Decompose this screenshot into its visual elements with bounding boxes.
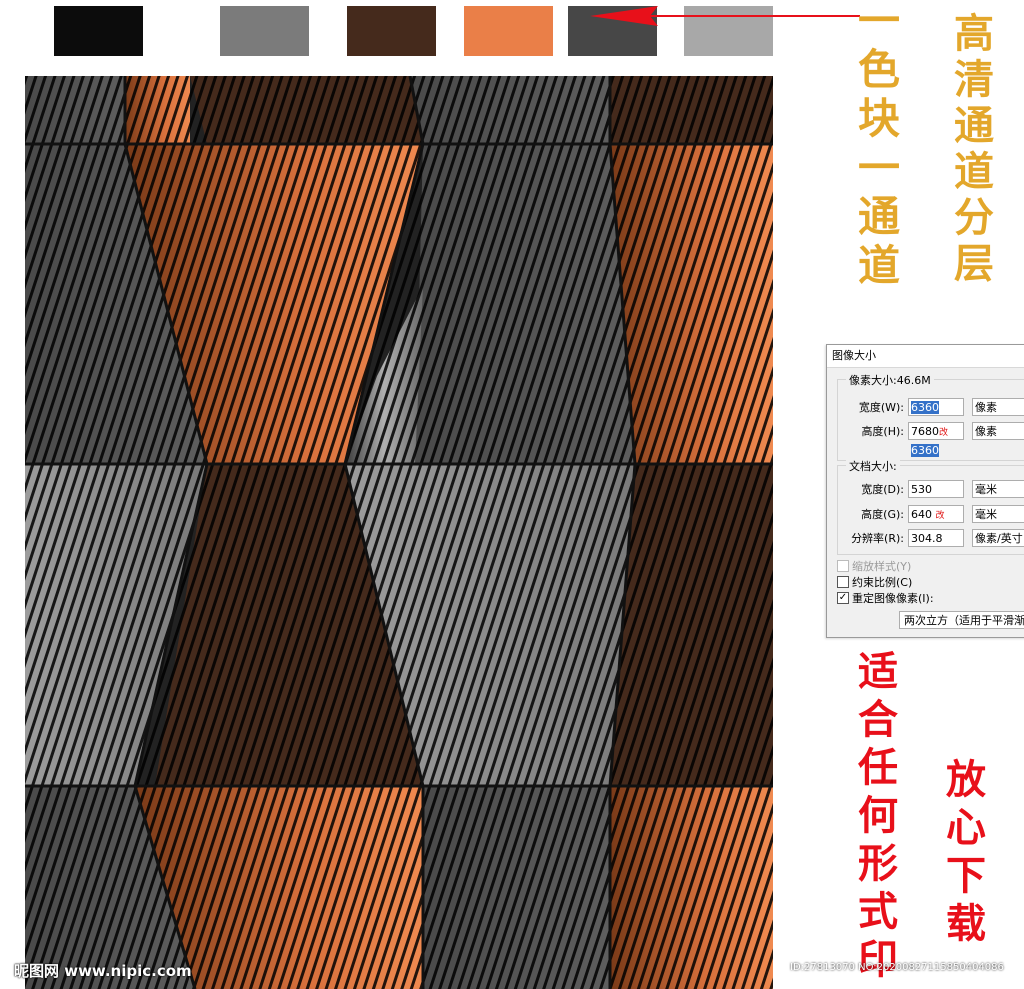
slogan-char: 下 [946,852,986,899]
checkbox-box [837,560,849,572]
slogan-char: 分 [954,194,994,241]
id-watermark: ID:27813070 NO:20200827115850404086 [790,962,1004,973]
slogan-char: 高 [954,10,994,57]
pixel-height-new: 6360 [911,444,939,457]
slogan-char: 适 [858,648,898,695]
slogan-char: 形 [858,840,898,887]
doc-height-old: 640 [911,508,932,521]
swatch-light-gray [684,6,773,56]
doc-height-unit: 毫米 [975,508,997,521]
resolution-label: 分辨率(R): [851,532,904,545]
pixel-height-old: 7680 [911,425,939,438]
pixel-width-unit: 像素 [975,401,997,414]
slogan-one-color-one-channel: 一 色 块 一 通 道 [858,0,900,294]
pixel-width-input[interactable]: 6360 [908,398,964,416]
swatch-gray [220,6,309,56]
doc-width-unit: 毫米 [975,483,997,496]
swatch-dark-gray [568,6,657,56]
swatch-black [54,6,143,56]
constrain-proportions-checkbox[interactable]: 约束比例(C) [837,575,912,591]
slogan-any-print: 适 合 任 何 形 式 印 [858,652,898,988]
slogan-char: 一 [858,143,901,192]
pixel-width-unit-select[interactable]: 像素﹀ [972,398,1024,416]
height-label: 高度(H): [861,425,904,438]
scale-styles-checkbox[interactable]: 缩放样式(Y) [837,559,911,575]
doc-height-unit-select[interactable]: 毫米﹀ [972,505,1024,523]
cube-stripe-pattern [25,76,773,989]
dialog-title: 图像大小 [827,345,1024,368]
width-label: 宽度(W): [858,401,904,414]
swatch-brown [347,6,436,56]
pixel-height-input[interactable]: 7680改6360 [908,422,964,457]
doc-width-input[interactable]: 530 [908,480,964,498]
slogan-char: 通 [858,192,901,241]
slogan-char: 道 [858,241,901,290]
doc-width-unit-select[interactable]: 毫米﹀ [972,480,1024,498]
resample-method-select[interactable]: 两次立方（适用于平滑渐变 [899,611,1024,629]
pixel-dimensions-group: 像素大小:46.6M 宽度(W): 6360 像素﹀ 高度(H): 7680改6… [837,372,1024,461]
constrain-label: 约束比例(C) [852,576,913,589]
slogan-char: 合 [858,696,898,743]
slogan-char: 心 [946,804,986,851]
slogan-char: 块 [858,94,901,143]
doc-width-label: 宽度(D): [861,483,904,496]
site-watermark: 昵图网 www.nipic.com [14,962,192,980]
edit-mark: 改 [939,428,949,438]
slogan-char: 载 [946,900,986,947]
edit-mark: 改 [935,511,945,521]
resolution-unit: 像素/英寸 [975,532,1023,545]
doc-height-input[interactable]: 640 改 530 [908,505,964,540]
doc-height-label: 高度(G): [861,508,904,521]
swatch-orange [464,6,553,56]
slogan-safe-download: 放 心 下 载 [946,760,986,952]
checkmark-icon: ✓ [837,592,849,604]
slogan-char: 色 [858,45,901,94]
checkbox-box [837,576,849,588]
pixel-width-value: 6360 [911,401,939,414]
slogan-char: 放 [946,756,986,803]
scale-styles-label: 缩放样式(Y) [852,560,912,573]
slogan-char: 道 [954,148,994,195]
doc-size-label: 文档大小: [846,458,900,474]
resolution-input[interactable]: 304.8 [908,529,964,547]
image-size-dialog: 图像大小 像素大小:46.6M 宽度(W): 6360 像素﹀ 高度(H): 7… [826,344,1024,638]
slogan-char: 一 [858,0,901,45]
document-size-group: 文档大小: 宽度(D): 530 毫米﹀ 高度(G): 640 改 530 毫米… [837,458,1024,555]
slogan-char: 清 [954,56,994,103]
slogan-char: 何 [858,792,898,839]
slogan-char: 层 [954,240,994,287]
resample-checkbox[interactable]: ✓ 重定图像像素(I): [837,591,934,607]
pixel-height-unit: 像素 [975,425,997,438]
resample-label: 重定图像像素(I): [852,592,934,605]
slogan-hd-channel-layers: 高 清 通 道 分 层 [954,14,994,290]
slogan-char: 式 [858,888,898,935]
pixel-size-label: 像素大小:46.6M [846,372,934,388]
pixel-height-unit-select[interactable]: 像素﹀ [972,422,1024,440]
slogan-char: 任 [858,744,898,791]
resolution-unit-select[interactable]: 像素/英寸﹀ [972,529,1024,547]
slogan-char: 通 [954,102,994,149]
